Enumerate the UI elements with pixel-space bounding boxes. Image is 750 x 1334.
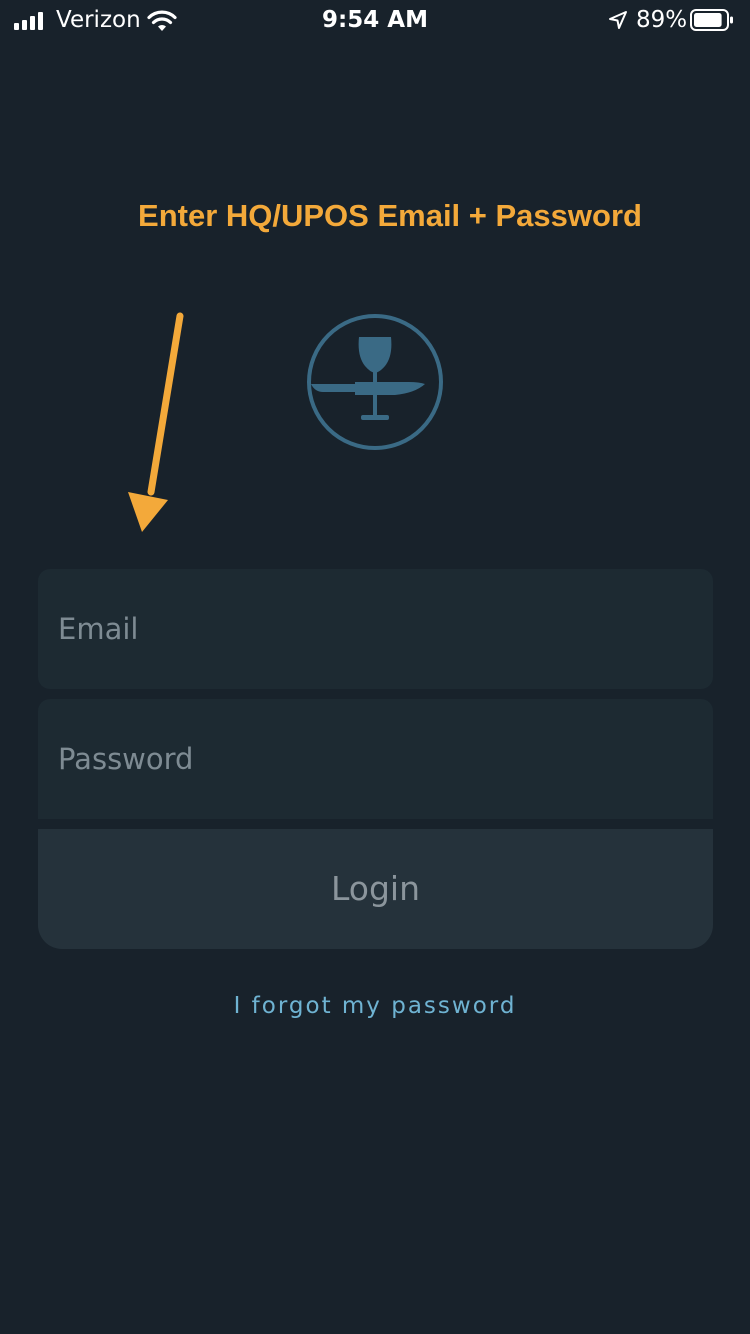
arrow-down-icon — [128, 312, 184, 532]
location-arrow-icon — [609, 11, 627, 29]
forgot-password-link[interactable]: I forgot my password — [0, 990, 750, 1022]
email-input[interactable] — [38, 569, 713, 689]
password-field-container — [38, 699, 713, 819]
status-bar: Verizon 9:54 AM 89% — [0, 0, 750, 40]
battery-icon — [690, 9, 733, 31]
password-input[interactable] — [38, 699, 713, 819]
email-field-container — [38, 569, 713, 689]
instruction-annotation: Enter HQ/UPOS Email + Password — [138, 198, 642, 233]
login-button[interactable]: Login — [38, 829, 713, 949]
battery-percent: 89% — [636, 7, 688, 33]
wine-glass-knife-icon — [307, 314, 443, 450]
